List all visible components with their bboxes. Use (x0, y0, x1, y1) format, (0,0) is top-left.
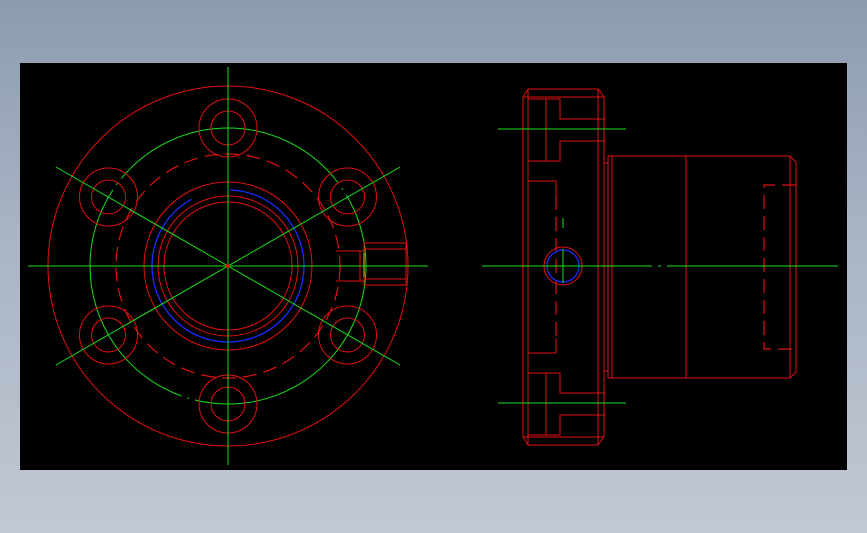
front-view (28, 67, 428, 465)
nut-body-outline (607, 155, 797, 379)
cad-viewport[interactable]: .r { stroke: #e01010; fill: none; stroke… (20, 63, 847, 470)
center-point (226, 264, 230, 268)
bolt-section-lower (528, 338, 605, 436)
cad-drawing: .r { stroke: #e01010; fill: none; stroke… (28, 67, 838, 465)
side-port (336, 242, 407, 286)
bolt-section-upper (528, 98, 605, 196)
side-view (482, 88, 838, 446)
